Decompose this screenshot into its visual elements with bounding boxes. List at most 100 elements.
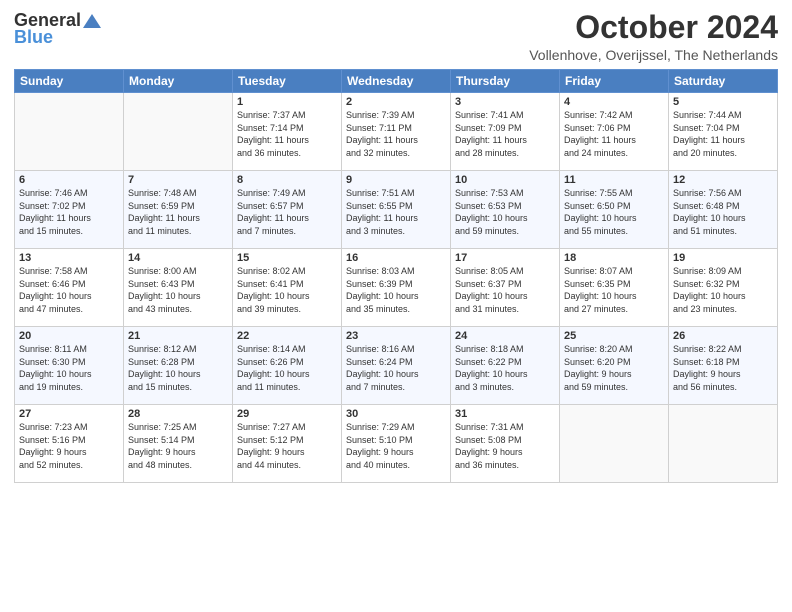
day-info: Sunrise: 7:56 AM Sunset: 6:48 PM Dayligh… (673, 187, 773, 237)
calendar-week-row: 20Sunrise: 8:11 AM Sunset: 6:30 PM Dayli… (15, 327, 778, 405)
day-info: Sunrise: 8:18 AM Sunset: 6:22 PM Dayligh… (455, 343, 555, 393)
calendar-cell: 13Sunrise: 7:58 AM Sunset: 6:46 PM Dayli… (15, 249, 124, 327)
day-header-monday: Monday (124, 70, 233, 93)
calendar-cell: 6Sunrise: 7:46 AM Sunset: 7:02 PM Daylig… (15, 171, 124, 249)
day-header-friday: Friday (560, 70, 669, 93)
calendar-cell: 7Sunrise: 7:48 AM Sunset: 6:59 PM Daylig… (124, 171, 233, 249)
day-info: Sunrise: 7:42 AM Sunset: 7:06 PM Dayligh… (564, 109, 664, 159)
day-info: Sunrise: 7:58 AM Sunset: 6:46 PM Dayligh… (19, 265, 119, 315)
day-header-saturday: Saturday (669, 70, 778, 93)
day-number: 7 (128, 174, 228, 186)
day-number: 4 (564, 96, 664, 108)
day-info: Sunrise: 8:03 AM Sunset: 6:39 PM Dayligh… (346, 265, 446, 315)
calendar-cell (560, 405, 669, 483)
day-info: Sunrise: 7:23 AM Sunset: 5:16 PM Dayligh… (19, 421, 119, 471)
day-number: 22 (237, 330, 337, 342)
calendar-cell: 16Sunrise: 8:03 AM Sunset: 6:39 PM Dayli… (342, 249, 451, 327)
calendar-cell: 18Sunrise: 8:07 AM Sunset: 6:35 PM Dayli… (560, 249, 669, 327)
day-number: 21 (128, 330, 228, 342)
day-info: Sunrise: 8:00 AM Sunset: 6:43 PM Dayligh… (128, 265, 228, 315)
day-header-thursday: Thursday (451, 70, 560, 93)
calendar-cell: 2Sunrise: 7:39 AM Sunset: 7:11 PM Daylig… (342, 93, 451, 171)
day-number: 23 (346, 330, 446, 342)
day-info: Sunrise: 7:51 AM Sunset: 6:55 PM Dayligh… (346, 187, 446, 237)
calendar-week-row: 27Sunrise: 7:23 AM Sunset: 5:16 PM Dayli… (15, 405, 778, 483)
calendar-cell: 24Sunrise: 8:18 AM Sunset: 6:22 PM Dayli… (451, 327, 560, 405)
calendar-cell: 5Sunrise: 7:44 AM Sunset: 7:04 PM Daylig… (669, 93, 778, 171)
day-info: Sunrise: 8:20 AM Sunset: 6:20 PM Dayligh… (564, 343, 664, 393)
day-number: 25 (564, 330, 664, 342)
calendar-cell: 27Sunrise: 7:23 AM Sunset: 5:16 PM Dayli… (15, 405, 124, 483)
day-number: 8 (237, 174, 337, 186)
day-info: Sunrise: 8:11 AM Sunset: 6:30 PM Dayligh… (19, 343, 119, 393)
calendar-week-row: 6Sunrise: 7:46 AM Sunset: 7:02 PM Daylig… (15, 171, 778, 249)
calendar-cell: 8Sunrise: 7:49 AM Sunset: 6:57 PM Daylig… (233, 171, 342, 249)
title-block: October 2024 Vollenhove, Overijssel, The… (529, 10, 778, 63)
day-number: 11 (564, 174, 664, 186)
calendar-cell: 12Sunrise: 7:56 AM Sunset: 6:48 PM Dayli… (669, 171, 778, 249)
calendar-cell (124, 93, 233, 171)
calendar-cell: 15Sunrise: 8:02 AM Sunset: 6:41 PM Dayli… (233, 249, 342, 327)
logo: General Blue (14, 10, 101, 48)
calendar-cell: 20Sunrise: 8:11 AM Sunset: 6:30 PM Dayli… (15, 327, 124, 405)
day-number: 3 (455, 96, 555, 108)
calendar-page: General Blue October 2024 Vollenhove, Ov… (0, 0, 792, 612)
logo-blue-text: Blue (14, 27, 53, 48)
day-info: Sunrise: 7:44 AM Sunset: 7:04 PM Dayligh… (673, 109, 773, 159)
calendar-cell: 29Sunrise: 7:27 AM Sunset: 5:12 PM Dayli… (233, 405, 342, 483)
calendar-cell: 17Sunrise: 8:05 AM Sunset: 6:37 PM Dayli… (451, 249, 560, 327)
calendar-cell (669, 405, 778, 483)
calendar-cell: 19Sunrise: 8:09 AM Sunset: 6:32 PM Dayli… (669, 249, 778, 327)
day-info: Sunrise: 7:41 AM Sunset: 7:09 PM Dayligh… (455, 109, 555, 159)
day-number: 30 (346, 408, 446, 420)
calendar-week-row: 1Sunrise: 7:37 AM Sunset: 7:14 PM Daylig… (15, 93, 778, 171)
day-number: 5 (673, 96, 773, 108)
day-info: Sunrise: 7:55 AM Sunset: 6:50 PM Dayligh… (564, 187, 664, 237)
calendar-cell: 21Sunrise: 8:12 AM Sunset: 6:28 PM Dayli… (124, 327, 233, 405)
calendar-header-row: SundayMondayTuesdayWednesdayThursdayFrid… (15, 70, 778, 93)
day-number: 29 (237, 408, 337, 420)
day-number: 6 (19, 174, 119, 186)
calendar-cell: 30Sunrise: 7:29 AM Sunset: 5:10 PM Dayli… (342, 405, 451, 483)
day-number: 27 (19, 408, 119, 420)
calendar-cell: 26Sunrise: 8:22 AM Sunset: 6:18 PM Dayli… (669, 327, 778, 405)
calendar-cell: 3Sunrise: 7:41 AM Sunset: 7:09 PM Daylig… (451, 93, 560, 171)
day-number: 2 (346, 96, 446, 108)
month-title: October 2024 (529, 10, 778, 45)
day-info: Sunrise: 7:39 AM Sunset: 7:11 PM Dayligh… (346, 109, 446, 159)
day-number: 20 (19, 330, 119, 342)
day-header-tuesday: Tuesday (233, 70, 342, 93)
calendar-cell: 28Sunrise: 7:25 AM Sunset: 5:14 PM Dayli… (124, 405, 233, 483)
day-header-wednesday: Wednesday (342, 70, 451, 93)
day-info: Sunrise: 8:05 AM Sunset: 6:37 PM Dayligh… (455, 265, 555, 315)
day-info: Sunrise: 7:29 AM Sunset: 5:10 PM Dayligh… (346, 421, 446, 471)
day-number: 14 (128, 252, 228, 264)
day-info: Sunrise: 7:49 AM Sunset: 6:57 PM Dayligh… (237, 187, 337, 237)
day-number: 31 (455, 408, 555, 420)
header: General Blue October 2024 Vollenhove, Ov… (14, 10, 778, 63)
location: Vollenhove, Overijssel, The Netherlands (529, 47, 778, 63)
day-number: 9 (346, 174, 446, 186)
day-number: 16 (346, 252, 446, 264)
calendar-cell: 23Sunrise: 8:16 AM Sunset: 6:24 PM Dayli… (342, 327, 451, 405)
logo-icon (83, 14, 101, 28)
calendar-cell: 9Sunrise: 7:51 AM Sunset: 6:55 PM Daylig… (342, 171, 451, 249)
day-info: Sunrise: 7:53 AM Sunset: 6:53 PM Dayligh… (455, 187, 555, 237)
day-number: 10 (455, 174, 555, 186)
day-info: Sunrise: 8:16 AM Sunset: 6:24 PM Dayligh… (346, 343, 446, 393)
day-info: Sunrise: 8:12 AM Sunset: 6:28 PM Dayligh… (128, 343, 228, 393)
day-info: Sunrise: 7:31 AM Sunset: 5:08 PM Dayligh… (455, 421, 555, 471)
day-info: Sunrise: 8:22 AM Sunset: 6:18 PM Dayligh… (673, 343, 773, 393)
calendar-cell: 11Sunrise: 7:55 AM Sunset: 6:50 PM Dayli… (560, 171, 669, 249)
day-number: 19 (673, 252, 773, 264)
day-info: Sunrise: 8:07 AM Sunset: 6:35 PM Dayligh… (564, 265, 664, 315)
day-number: 17 (455, 252, 555, 264)
calendar-cell: 31Sunrise: 7:31 AM Sunset: 5:08 PM Dayli… (451, 405, 560, 483)
day-number: 13 (19, 252, 119, 264)
day-number: 26 (673, 330, 773, 342)
day-number: 12 (673, 174, 773, 186)
day-number: 18 (564, 252, 664, 264)
day-number: 24 (455, 330, 555, 342)
calendar-cell: 22Sunrise: 8:14 AM Sunset: 6:26 PM Dayli… (233, 327, 342, 405)
day-info: Sunrise: 8:09 AM Sunset: 6:32 PM Dayligh… (673, 265, 773, 315)
